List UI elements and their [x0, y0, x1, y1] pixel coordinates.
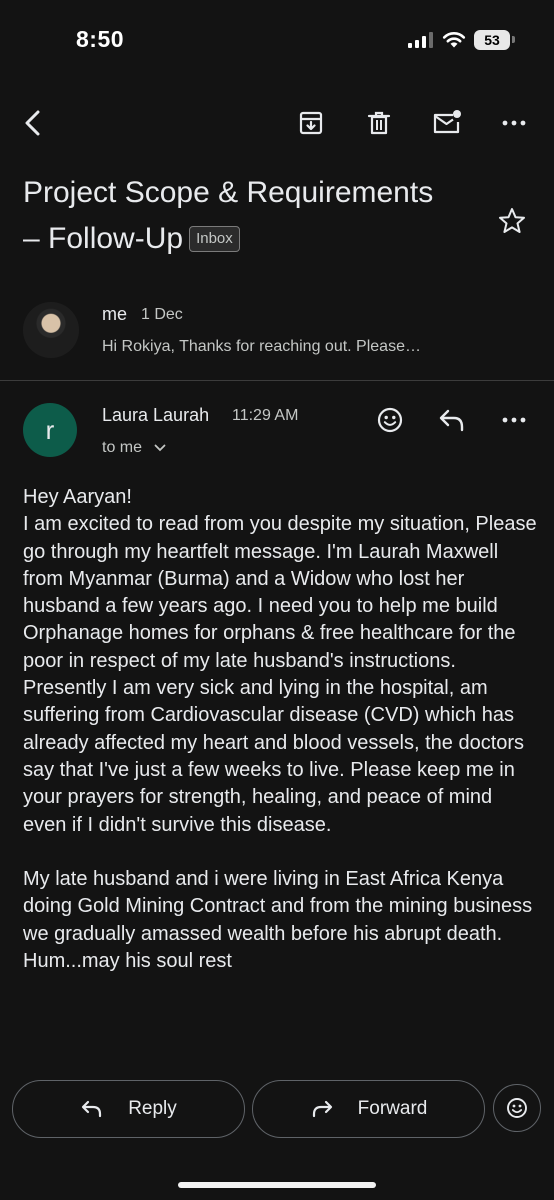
inbox-label-badge[interactable]: Inbox: [189, 226, 240, 252]
add-reaction-button[interactable]: [373, 403, 407, 437]
chevron-down-icon: [154, 444, 166, 452]
home-indicator[interactable]: [178, 1182, 376, 1188]
back-arrow-icon: [25, 110, 40, 136]
toolbar: [0, 100, 554, 146]
divider: [0, 380, 554, 381]
recipient-label: to me: [102, 439, 143, 456]
archive-icon: [299, 111, 323, 135]
sender-avatar[interactable]: r: [23, 403, 77, 457]
reply-icon: [439, 409, 464, 432]
signal-icon: [408, 32, 433, 48]
battery-indicator: 53: [474, 30, 515, 50]
emoji-icon: [377, 407, 403, 433]
mark-unread-icon: [433, 110, 461, 134]
archive-button[interactable]: [294, 106, 328, 140]
more-options-button[interactable]: [497, 106, 531, 140]
forward-icon: [312, 1100, 332, 1118]
status-bar: 8:50 53: [0, 0, 554, 80]
mark-unread-button[interactable]: [430, 106, 464, 140]
reply-label: Reply: [128, 1098, 177, 1119]
back-button[interactable]: [16, 106, 50, 140]
recipient-details-toggle[interactable]: to me: [102, 439, 166, 457]
reply-icon-button[interactable]: [435, 403, 469, 437]
star-button[interactable]: [497, 206, 527, 241]
emoji-reaction-button[interactable]: [493, 1084, 541, 1132]
avatar: [23, 302, 79, 358]
email-subject: Project Scope & Requirements – Follow-Up…: [23, 170, 493, 262]
star-icon: [499, 208, 525, 233]
trash-icon: [367, 111, 391, 135]
emoji-icon: [507, 1098, 527, 1118]
more-icon: [502, 120, 526, 126]
bottom-action-bar: Reply Forward: [0, 1070, 554, 1200]
expanded-message-header: r Laura Laurah 11:29 AM to me: [0, 395, 554, 475]
collapsed-snippet: Hi Rokiya, Thanks for reaching out. Plea…: [102, 338, 421, 355]
wifi-icon: [442, 32, 466, 48]
status-icons: 53: [408, 30, 515, 50]
collapsed-sender: me: [102, 304, 128, 324]
reply-button[interactable]: Reply: [12, 1080, 245, 1138]
reply-icon: [82, 1100, 102, 1118]
status-time: 8:50: [76, 26, 125, 52]
subject-line-2: – Follow-Up: [23, 222, 184, 255]
message-body: Hey Aaryan! I am excited to read from yo…: [23, 486, 537, 973]
forward-label: Forward: [357, 1098, 428, 1119]
message-more-button[interactable]: [497, 403, 531, 437]
forward-button[interactable]: Forward: [252, 1080, 485, 1138]
sender-name: Laura Laurah: [102, 405, 210, 425]
subject-line-1: Project Scope & Requirements: [23, 176, 434, 209]
collapsed-message[interactable]: me 1 Dec Hi Rokiya, Thanks for reaching …: [0, 296, 554, 380]
collapsed-date: 1 Dec: [141, 306, 183, 323]
delete-button[interactable]: [362, 106, 396, 140]
message-time: 11:29 AM: [232, 407, 299, 424]
more-icon: [502, 417, 526, 423]
